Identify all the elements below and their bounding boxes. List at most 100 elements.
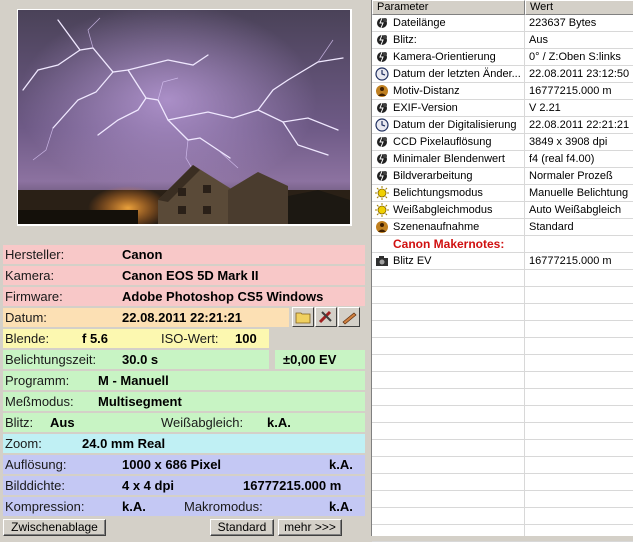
clock-icon — [375, 67, 389, 81]
parameter-value: Normaler Prozeß — [529, 170, 613, 182]
blende-label: Blende: — [5, 331, 50, 346]
aufloesung-extra: k.A. — [329, 457, 353, 472]
parameter-value: Aus — [529, 34, 548, 46]
empty-table-row — [372, 287, 633, 304]
camera-icon — [375, 254, 389, 268]
folder-icon — [295, 312, 311, 324]
parameter-name: Datum der letzten Änder... — [393, 68, 521, 80]
flash-dark-icon — [375, 101, 389, 115]
parameter-value: 22.08.2011 23:12:50 — [529, 68, 630, 80]
clipboard-button[interactable]: Zwischenablage — [3, 519, 106, 536]
flash-dark-icon — [375, 135, 389, 149]
parameter-name: Blitz EV — [393, 255, 432, 267]
empty-table-row — [372, 304, 633, 321]
empty-table-row — [372, 372, 633, 389]
empty-table-row — [372, 321, 633, 338]
empty-table-row — [372, 338, 633, 355]
empty-table-row — [372, 270, 633, 287]
iso-label: ISO-Wert: — [161, 331, 219, 346]
parameter-value: 223637 Bytes — [529, 17, 597, 29]
sun-icon — [375, 203, 389, 217]
table-row[interactable]: Kamera-Orientierung 0° / Z:Oben S:links — [372, 49, 633, 66]
aufloesung-value: 1000 x 686 Pixel — [122, 457, 222, 472]
column-header-wert[interactable]: Wert — [525, 0, 633, 15]
edit-button[interactable] — [338, 307, 360, 327]
flash-dark-icon — [375, 169, 389, 183]
row-datum: Datum: 22.08.2011 22:21:21 — [3, 308, 289, 327]
row-aufloesung: Auflösung: 1000 x 686 Pixel k.A. — [3, 455, 365, 474]
table-row[interactable]: Datum der letzten Änder... 22.08.2011 23:… — [372, 66, 633, 83]
row-firmware: Firmware: Adobe Photoshop CS5 Windows — [3, 287, 365, 306]
row-belichtungszeit: Belichtungszeit: 30.0 s — [3, 350, 269, 369]
empty-table-row — [372, 406, 633, 423]
flash-dark-icon — [375, 33, 389, 47]
kamera-value: Canon EOS 5D Mark II — [122, 268, 259, 283]
zoom-value: 24.0 mm Real — [82, 436, 166, 451]
clock-icon — [375, 118, 389, 132]
table-row[interactable]: CCD Pixelauflösung 3849 x 3908 dpi — [372, 134, 633, 151]
table-row[interactable]: Blitz EV 16777215.000 m — [372, 253, 633, 270]
hersteller-value: Canon — [122, 247, 163, 262]
tools-button[interactable] — [315, 307, 337, 327]
parameter-name: Belichtungsmodus — [393, 187, 483, 199]
flash-dark-icon — [375, 50, 389, 64]
table-row[interactable]: Canon Makernotes: — [372, 236, 633, 253]
table-row[interactable]: Bildverarbeitung Normaler Prozeß — [372, 168, 633, 185]
firmware-label: Firmware: — [5, 289, 63, 304]
weissabgleich-value: k.A. — [267, 415, 291, 430]
photo-thumbnail[interactable] — [18, 10, 350, 224]
empty-table-row — [372, 491, 633, 508]
column-header-parameter[interactable]: Parameter — [372, 0, 525, 15]
table-row[interactable]: Szenenaufnahme Standard — [372, 219, 633, 236]
parameter-name: Minimaler Blendenwert — [393, 153, 505, 165]
bilddichte-extra: 16777215.000 m — [243, 478, 342, 493]
empty-table-row — [372, 508, 633, 525]
table-row[interactable]: Blitz: Aus — [372, 32, 633, 49]
parameter-name: Weißabgleichmodus — [393, 204, 493, 216]
parameter-name: Dateilänge — [393, 17, 446, 29]
standard-button[interactable]: Standard — [210, 519, 274, 536]
table-row[interactable]: Motiv-Distanz 16777215.000 m — [372, 83, 633, 100]
parameter-value: V 2.21 — [529, 102, 561, 114]
programm-value: M - Manuell — [98, 373, 169, 388]
person-icon — [375, 84, 389, 98]
messmodus-label: Meßmodus: — [5, 394, 74, 409]
row-zoom: Zoom: 24.0 mm Real — [3, 434, 365, 453]
aufloesung-label: Auflösung: — [5, 457, 67, 472]
blende-value: f 5.6 — [82, 331, 109, 346]
row-messmodus: Meßmodus: Multisegment — [3, 392, 365, 411]
more-button[interactable]: mehr >>> — [278, 519, 342, 536]
table-row[interactable]: Datum der Digitalisierung 22.08.2011 22:2… — [372, 117, 633, 134]
messmodus-value: Multisegment — [98, 394, 182, 409]
parameter-name: Blitz: — [393, 34, 417, 46]
parameter-value: 22.08.2011 22:21:21 — [529, 119, 630, 131]
flash-dark-icon — [375, 16, 389, 30]
makromodus-value: k.A. — [329, 499, 353, 514]
table-row[interactable]: Minimaler Blendenwert f4 (real f4.00) — [372, 151, 633, 168]
firmware-value: Adobe Photoshop CS5 Windows — [122, 289, 324, 304]
kamera-label: Kamera: — [5, 268, 55, 283]
row-bilddichte: Bilddichte: 4 x 4 dpi 16777215.000 m — [3, 476, 365, 495]
row-ev: ±0,00 EV — [275, 350, 365, 369]
parameter-value: 0° / Z:Oben S:links — [529, 51, 621, 63]
bilddichte-value: 4 x 4 dpi — [122, 478, 175, 493]
datum-value: 22.08.2011 22:21:21 — [122, 310, 242, 325]
parameter-value: 3849 x 3908 dpi — [529, 136, 608, 148]
table-row[interactable]: Weißabgleichmodus Auto Weißabgleich — [372, 202, 633, 219]
empty-table-row — [372, 474, 633, 491]
empty-table-row — [372, 440, 633, 457]
row-kompression-makro: Kompression: k.A. Makromodus: k.A. — [3, 497, 365, 516]
folder-button[interactable] — [292, 307, 314, 327]
makromodus-label: Makromodus: — [184, 499, 263, 514]
parameter-name: Motiv-Distanz — [393, 85, 460, 97]
exif-table: Parameter Wert Dateilänge 223637 Bytes Bli… — [371, 0, 633, 542]
person-icon — [375, 220, 389, 234]
parameter-name: Datum der Digitalisierung — [393, 119, 517, 131]
table-row[interactable]: Belichtungsmodus Manuelle Belichtung — [372, 185, 633, 202]
belichtungszeit-label: Belichtungszeit: — [5, 352, 97, 367]
row-programm: Programm: M - Manuell — [3, 371, 365, 390]
table-row[interactable]: Dateilänge 223637 Bytes — [372, 15, 633, 32]
empty-table-row — [372, 355, 633, 372]
parameter-value: Auto Weißabgleich — [529, 204, 622, 216]
table-row[interactable]: EXIF-Version V 2.21 — [372, 100, 633, 117]
